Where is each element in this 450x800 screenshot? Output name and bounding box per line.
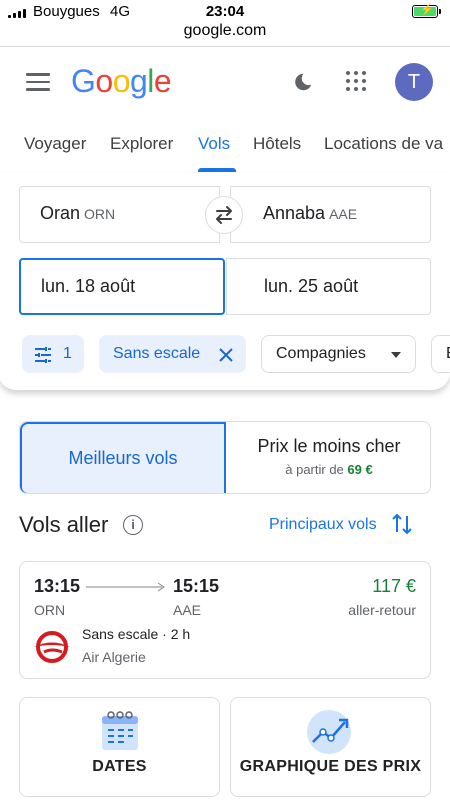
price-type: aller-retour — [348, 602, 416, 618]
logo-letter: o — [112, 63, 131, 99]
nonstop-chip-label: Sans escale — [113, 345, 201, 362]
logo-letter: l — [147, 63, 154, 99]
dest-airport-code: AAE — [173, 602, 202, 618]
chevron-down-icon — [391, 352, 401, 358]
origin-field[interactable]: Oran ORN — [19, 186, 220, 243]
logo-letter: g — [129, 63, 148, 99]
sort-arrows-icon — [392, 513, 412, 535]
best-flights-option[interactable]: Meilleurs vols — [20, 422, 226, 493]
price-graph-label: GRAPHIQUE DES PRIX — [239, 758, 422, 775]
outbound-flights-title: Vols aller — [19, 512, 109, 537]
apps-grid-icon[interactable] — [346, 71, 366, 91]
cheapest-prefix: à partir de — [285, 462, 344, 477]
more-filter-chip-label: E — [446, 345, 450, 362]
price-graph-icon — [307, 710, 351, 754]
flight-stops: Sans escale · 2 h — [82, 626, 190, 642]
depart-date: lun. 18 août — [41, 276, 136, 296]
destination-city: Annaba — [263, 203, 326, 223]
close-icon[interactable] — [219, 348, 233, 362]
depart-time: 13:15 — [34, 576, 81, 596]
dates-tile[interactable]: DATES — [19, 697, 220, 797]
flight-arrow-icon — [86, 582, 165, 592]
battery-icon: ⚡ — [412, 4, 441, 18]
all-filters-chip[interactable]: 1 — [22, 335, 84, 373]
calendar-icon — [102, 711, 138, 750]
cheapest-price: 69 € — [347, 462, 373, 477]
info-icon[interactable]: i — [123, 515, 143, 535]
return-date-field[interactable]: lun. 25 août — [226, 258, 431, 315]
origin-code: ORN — [84, 206, 116, 222]
filter-count: 1 — [63, 345, 72, 362]
sort-toggle: Meilleurs vols Prix le moins cher à part… — [19, 421, 431, 494]
tab-hotels[interactable]: Hôtels — [253, 134, 301, 154]
return-date: lun. 25 août — [264, 276, 359, 296]
origin-airport-code: ORN — [34, 602, 66, 618]
avatar[interactable]: T — [395, 63, 433, 101]
flight-price: 117 € — [372, 576, 416, 596]
dates-label: DATES — [92, 758, 147, 775]
best-flights-label: Meilleurs vols — [68, 448, 178, 468]
cheapest-option[interactable]: Prix le moins cher à partir de 69 € — [226, 422, 430, 493]
logo-letter: G — [71, 63, 96, 99]
destination-field[interactable]: Annaba AAE — [230, 186, 431, 243]
stops-label: Sans escale — [82, 626, 159, 642]
sort-button[interactable]: Principaux vols — [269, 513, 412, 535]
tab-locations[interactable]: Locations de va — [324, 134, 443, 154]
nonstop-chip[interactable]: Sans escale — [99, 335, 246, 373]
flight-result-card[interactable]: 13:15 15:15 117 € ORN AAE aller-retour S… — [19, 561, 431, 679]
logo-letter: o — [95, 63, 113, 99]
tab-vols[interactable]: Vols — [198, 134, 230, 154]
status-time: 23:04 — [205, 3, 245, 20]
nav-tabs: Voyager Explorer Vols Hôtels Locations d… — [0, 128, 450, 172]
airlines-chip-label: Compagnies — [276, 345, 366, 362]
menu-icon[interactable] — [26, 73, 50, 91]
swap-arrows-icon — [216, 206, 232, 224]
logo-letter: e — [153, 63, 172, 99]
airlines-chip[interactable]: Compagnies — [261, 335, 416, 373]
status-bar: Bouygues 4G 23:04 ⚡ — [0, 0, 450, 24]
price-graph-tile[interactable]: GRAPHIQUE DES PRIX — [230, 697, 431, 797]
more-filter-chip[interactable]: E — [431, 335, 450, 373]
sort-label: Principaux vols — [269, 516, 377, 533]
tune-icon — [35, 347, 51, 363]
separator-dot: · — [162, 626, 167, 642]
google-header: Google T — [0, 47, 450, 117]
cheapest-subtitle: à partir de 69 € — [226, 462, 430, 477]
airline-name: Air Algerie — [82, 649, 146, 665]
origin-city: Oran — [40, 203, 81, 223]
address-bar-url[interactable]: google.com — [0, 22, 450, 40]
cheapest-label: Prix le moins cher — [257, 436, 401, 456]
depart-date-field[interactable]: lun. 18 août — [19, 258, 225, 315]
tab-voyager[interactable]: Voyager — [24, 134, 86, 154]
dark-mode-icon[interactable] — [292, 71, 314, 93]
destination-code: AAE — [329, 206, 358, 222]
swap-button[interactable] — [205, 196, 243, 234]
air-algerie-logo — [34, 631, 70, 663]
arrive-time: 15:15 — [173, 576, 220, 596]
flight-duration: 2 h — [170, 626, 191, 642]
google-logo[interactable]: Google — [71, 63, 172, 100]
tab-explorer[interactable]: Explorer — [110, 134, 173, 154]
